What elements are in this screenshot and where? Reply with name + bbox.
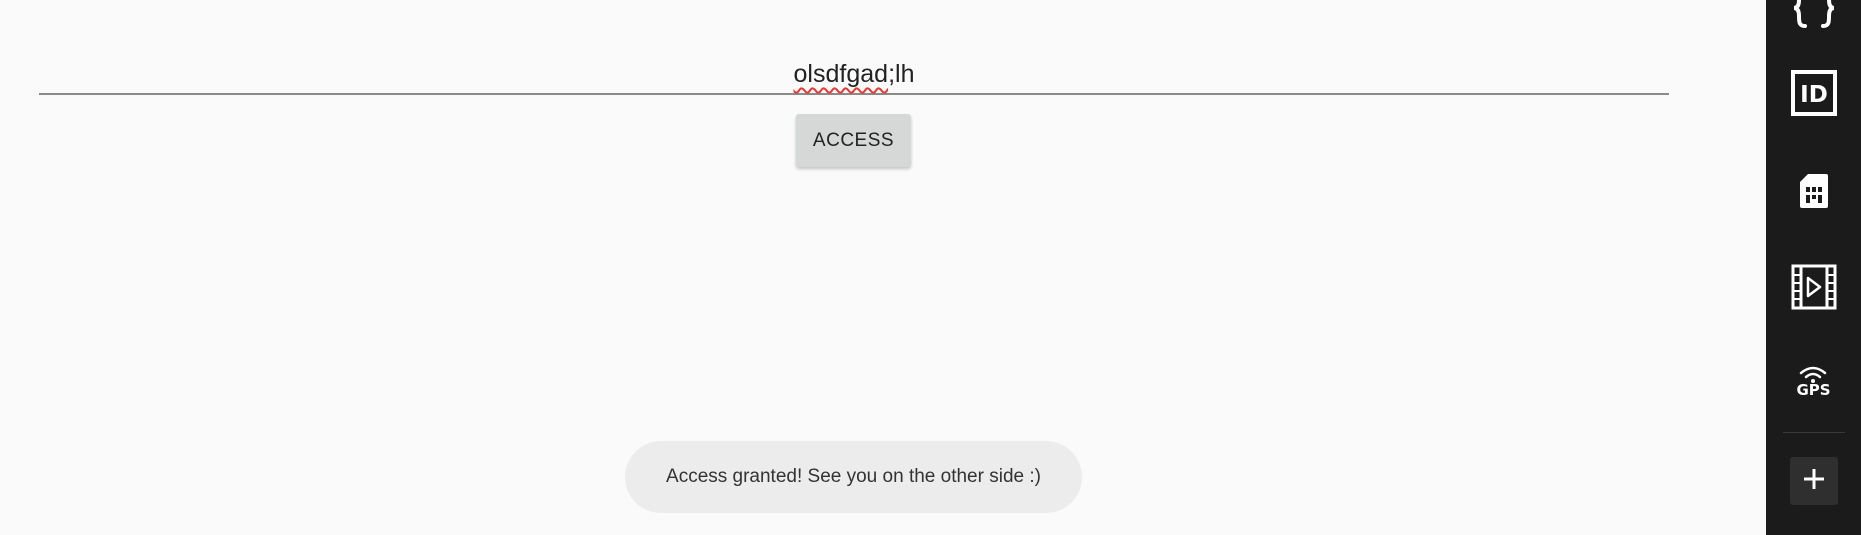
gps-label: GPS: [1796, 380, 1831, 399]
id-button[interactable]: ID: [1766, 57, 1861, 129]
sim-card-button[interactable]: [1766, 155, 1861, 227]
input-value-rest: ;lh: [888, 60, 915, 88]
gps-button[interactable]: GPS: [1766, 345, 1861, 417]
gps-icon: GPS: [1796, 366, 1831, 399]
emulator-sidebar: ID GPS: [1766, 0, 1861, 535]
id-icon-text: ID: [1800, 82, 1828, 108]
video-film-icon: [1790, 263, 1838, 311]
sidebar-divider: [1783, 432, 1845, 433]
video-button[interactable]: [1766, 251, 1861, 323]
braces-button[interactable]: [1766, 0, 1861, 44]
add-button[interactable]: [1790, 457, 1838, 505]
braces-icon: [1791, 0, 1837, 28]
id-card-icon: ID: [1790, 69, 1838, 117]
toast-message: Access granted! See you on the other sid…: [625, 441, 1082, 513]
access-code-input[interactable]: olsdfgad;lh: [39, 50, 1669, 95]
sim-card-icon: [1798, 172, 1830, 210]
app-area: olsdfgad;lh ACCESS Access granted! See y…: [0, 0, 1766, 535]
input-value: olsdfgad;lh: [39, 59, 1669, 89]
misspelled-word: olsdfgad: [793, 60, 889, 88]
access-button[interactable]: ACCESS: [796, 114, 911, 167]
plus-icon: [1802, 467, 1826, 496]
